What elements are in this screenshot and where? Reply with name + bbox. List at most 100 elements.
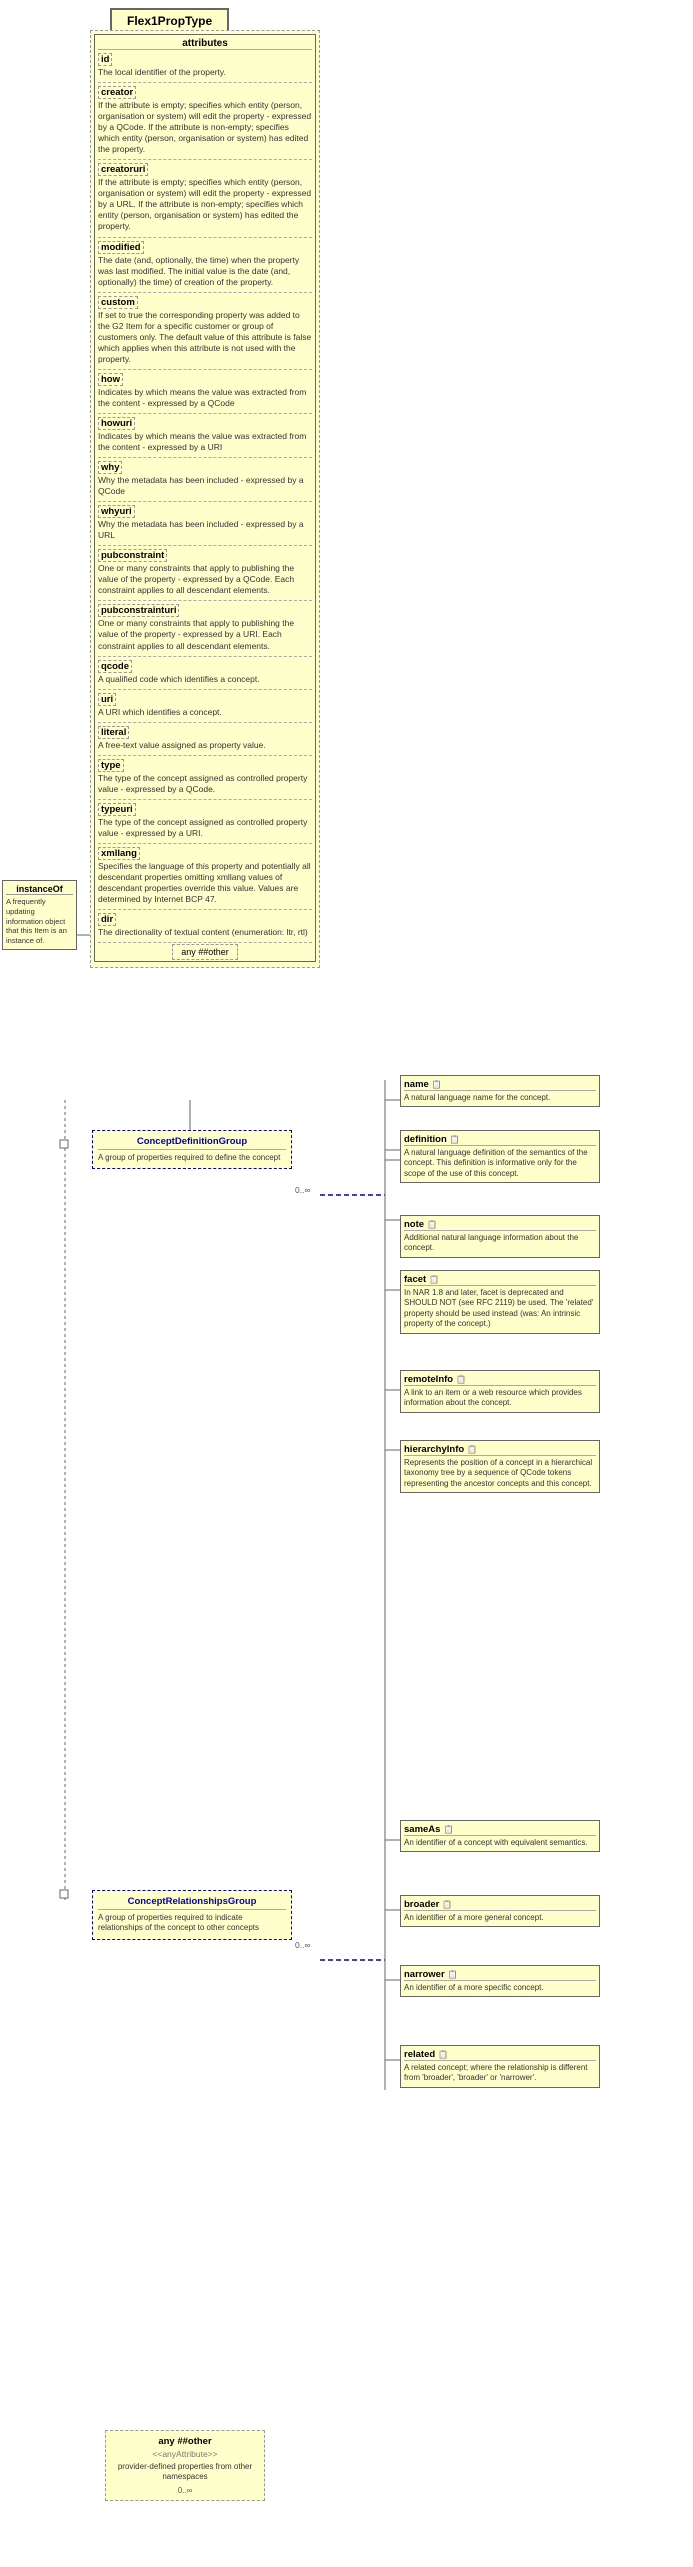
right-field-name: name 📋 A natural language name for the c… [400, 1075, 600, 1107]
field-desc-qcode: A qualified code which identifies a conc… [98, 674, 312, 685]
field-name-literal: literal [98, 726, 129, 739]
related-field-name: related [404, 2049, 435, 2060]
concept-relationships-group: ConceptRelationshipsGroup A group of pro… [92, 1890, 292, 1940]
facet-field-name: facet [404, 1274, 426, 1285]
name-field-name: name [404, 1079, 429, 1090]
narrower-field-desc: An identifier of a more specific concept… [404, 1983, 596, 1993]
field-desc-literal: A free-text value assigned as property v… [98, 740, 312, 751]
field-name-custom: custom [98, 296, 138, 309]
bottom-any-other-sub: <<anyAttribute>> [111, 2449, 259, 2459]
sameas-field-desc: An identifier of a concept with equivale… [404, 1838, 596, 1848]
field-pubconstraint: pubconstraint One or many constraints th… [98, 549, 312, 596]
broader-field-icon: 📋 [442, 1900, 452, 1909]
field-desc-custom: If set to true the corresponding propert… [98, 310, 312, 365]
field-how: how Indicates by which means the value w… [98, 373, 312, 409]
field-xmllang: xmllang Specifies the language of this p… [98, 847, 312, 905]
field-desc-dir: The directionality of textual content (e… [98, 927, 312, 938]
field-qcode: qcode A qualified code which identifies … [98, 660, 312, 685]
field-literal: literal A free-text value assigned as pr… [98, 726, 312, 751]
narrower-field-icon: 📋 [448, 1970, 458, 1979]
note-field-icon: 📋 [427, 1220, 437, 1229]
field-typeuri: typeuri The type of the concept assigned… [98, 803, 312, 839]
instance-of-title: instanceOf [6, 884, 73, 895]
definition-field-desc: A natural language definition of the sem… [404, 1148, 596, 1179]
field-type: type The type of the concept assigned as… [98, 759, 312, 795]
field-desc-xmllang: Specifies the language of this property … [98, 861, 312, 905]
name-field-desc: A natural language name for the concept. [404, 1093, 596, 1103]
field-desc-typeuri: The type of the concept assigned as cont… [98, 817, 312, 839]
field-howuri: howuri Indicates by which means the valu… [98, 417, 312, 453]
field-desc-pubconstrainturi: One or many constraints that apply to pu… [98, 618, 312, 651]
field-name-qcode: qcode [98, 660, 132, 673]
definition-field-name: definition [404, 1134, 447, 1145]
field-name-xmllang: xmllang [98, 847, 140, 860]
sameas-field-name: sameAs [404, 1824, 440, 1835]
concept-def-group-title: ConceptDefinitionGroup [98, 1136, 286, 1150]
concept-definition-group: ConceptDefinitionGroup A group of proper… [92, 1130, 292, 1169]
facet-field-desc: In NAR 1.8 and later, facet is deprecate… [404, 1288, 596, 1330]
field-desc-creatoruri: If the attribute is empty; specifies whi… [98, 177, 312, 232]
field-desc-type: The type of the concept assigned as cont… [98, 773, 312, 795]
field-creator: creator If the attribute is empty; speci… [98, 86, 312, 155]
narrower-field-name: narrower [404, 1969, 445, 1980]
hierarchyinfo-field-name: hierarchyInfo [404, 1444, 464, 1455]
concept-def-group-desc: A group of properties required to define… [98, 1153, 286, 1163]
concept-rel-group-title: ConceptRelationshipsGroup [98, 1896, 286, 1910]
field-name-creatoruri: creatoruri [98, 163, 148, 176]
field-name-whyuri: whyuri [98, 505, 135, 518]
note-field-name: note [404, 1219, 424, 1230]
right-field-broader: broader 📋 An identifier of a more genera… [400, 1895, 600, 1927]
field-custom: custom If set to true the corresponding … [98, 296, 312, 365]
remoteinfo-field-icon: 📋 [456, 1375, 466, 1384]
right-field-facet: facet 📋 In NAR 1.8 and later, facet is d… [400, 1270, 600, 1334]
name-field-icon: 📋 [432, 1080, 442, 1089]
broader-field-name: broader [404, 1899, 439, 1910]
field-name-id: id [98, 53, 112, 66]
field-creatoruri: creatoruri If the attribute is empty; sp… [98, 163, 312, 232]
hierarchyinfo-field-icon: 📋 [467, 1445, 477, 1454]
field-desc-modified: The date (and, optionally, the time) whe… [98, 255, 312, 288]
right-field-related: related 📋 A related concept; where the r… [400, 2045, 600, 2088]
field-uri: uri A URI which identifies a concept. [98, 693, 312, 718]
right-field-narrower: narrower 📋 An identifier of a more speci… [400, 1965, 600, 1997]
remoteinfo-field-name: remoteInfo [404, 1374, 453, 1385]
field-name-howuri: howuri [98, 417, 135, 430]
field-desc-pubconstraint: One or many constraints that apply to pu… [98, 563, 312, 596]
field-name-pubconstrainturi: pubconstrainturi [98, 604, 179, 617]
broader-field-desc: An identifier of a more general concept. [404, 1913, 596, 1923]
field-id: id The local identifier of the property. [98, 53, 312, 78]
field-name-typeuri: typeuri [98, 803, 136, 816]
definition-field-icon: 📋 [450, 1135, 460, 1144]
field-modified: modified The date (and, optionally, the … [98, 241, 312, 288]
field-name-pubconstraint: pubconstraint [98, 549, 167, 562]
remoteinfo-field-desc: A link to an item or a web resource whic… [404, 1388, 596, 1409]
field-desc-whyuri: Why the metadata has been included - exp… [98, 519, 312, 541]
right-field-note: note 📋 Additional natural language infor… [400, 1215, 600, 1258]
field-name-how: how [98, 373, 123, 386]
right-field-sameas: sameAs 📋 An identifier of a concept with… [400, 1820, 600, 1852]
hierarchyinfo-field-desc: Represents the position of a concept in … [404, 1458, 596, 1489]
concept-def-multiplicity: 0..∞ [295, 1185, 311, 1195]
field-pubconstrainturi: pubconstrainturi One or many constraints… [98, 604, 312, 651]
attributes-label: attributes [98, 38, 312, 50]
field-name-type: type [98, 759, 124, 772]
any-other-inline: any ##other [98, 947, 312, 958]
field-dir: dir The directionality of textual conten… [98, 913, 312, 938]
bottom-any-other-multiplicity: 0..∞ [111, 2486, 259, 2495]
bottom-any-other: any ##other <<anyAttribute>> provider-de… [105, 2430, 265, 2501]
bottom-any-other-desc: provider-defined properties from other n… [111, 2462, 259, 2483]
field-name-dir: dir [98, 913, 116, 926]
field-name-modified: modified [98, 241, 144, 254]
field-desc-id: The local identifier of the property. [98, 67, 312, 78]
instance-of-box: instanceOf A frequently updating informa… [2, 880, 77, 950]
related-field-desc: A related concept; where the relationshi… [404, 2063, 596, 2084]
right-field-remoteinfo: remoteInfo 📋 A link to an item or a web … [400, 1370, 600, 1413]
field-name-why: why [98, 461, 122, 474]
bottom-any-other-title: any ##other [111, 2436, 259, 2447]
concept-rel-multiplicity: 0..∞ [295, 1940, 311, 1950]
field-desc-creator: If the attribute is empty; specifies whi… [98, 100, 312, 155]
right-field-definition: definition 📋 A natural language definiti… [400, 1130, 600, 1183]
field-name-uri: uri [98, 693, 116, 706]
field-desc-why: Why the metadata has been included - exp… [98, 475, 312, 497]
instance-of-desc: A frequently updating information object… [6, 897, 73, 946]
